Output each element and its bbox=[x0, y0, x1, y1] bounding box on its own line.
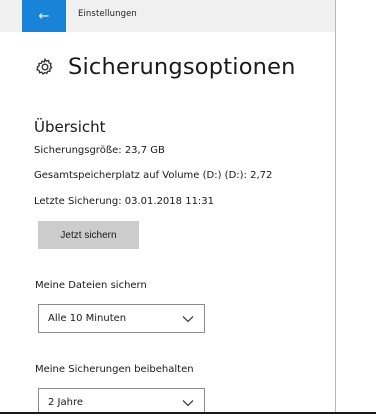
backup-now-button[interactable]: Jetzt sichern bbox=[38, 221, 139, 249]
page-title: Sicherungsoptionen bbox=[68, 54, 296, 80]
chevron-down-icon bbox=[182, 399, 194, 407]
last-backup-text: Letzte Sicherung: 03.01.2018 11:31 bbox=[34, 196, 215, 207]
title-bar: ← Einstellungen bbox=[0, 0, 335, 32]
keep-backups-label: Meine Sicherungen beibehalten bbox=[35, 364, 194, 375]
total-storage-text: Gesamtspeicherplatz auf Volume (D:) (D:)… bbox=[34, 170, 273, 181]
bottom-divider bbox=[0, 412, 376, 414]
gear-icon bbox=[34, 56, 56, 78]
settings-window: ← Einstellungen Sicherungsoptionen Übers… bbox=[0, 0, 336, 412]
back-button[interactable]: ← bbox=[22, 0, 66, 32]
backup-size-text: Sicherungsgröße: 23,7 GB bbox=[34, 145, 165, 156]
page-header: Sicherungsoptionen bbox=[34, 54, 296, 80]
app-title: Einstellungen bbox=[78, 9, 137, 19]
keep-backups-value: 2 Jahre bbox=[48, 397, 83, 408]
backup-frequency-value: Alle 10 Minuten bbox=[48, 313, 127, 324]
overview-heading: Übersicht bbox=[34, 118, 106, 136]
back-arrow-icon: ← bbox=[38, 8, 50, 24]
keep-backups-dropdown[interactable]: 2 Jahre bbox=[38, 388, 205, 412]
chevron-down-icon bbox=[182, 315, 194, 323]
backup-frequency-dropdown[interactable]: Alle 10 Minuten bbox=[38, 304, 205, 333]
backup-files-label: Meine Dateien sichern bbox=[35, 280, 147, 291]
